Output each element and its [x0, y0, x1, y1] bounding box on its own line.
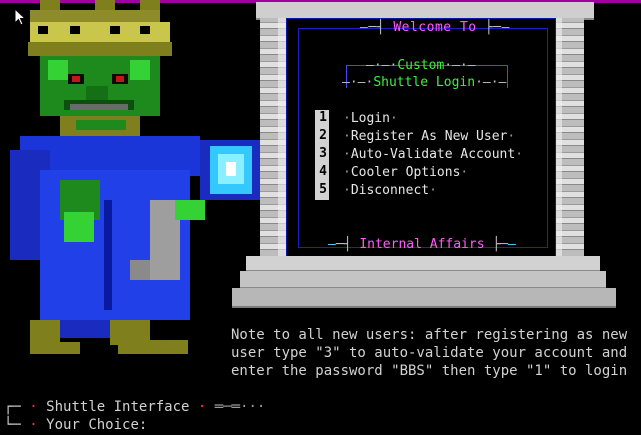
internal-affairs-title: —─┤ Internal Affairs ├─— — [328, 237, 516, 252]
menu-item-cooler-options[interactable]: ·Cooler Options· — [343, 165, 468, 180]
gate-pillar-left-highlight — [278, 18, 286, 256]
menu-num-1: 1 — [319, 110, 327, 125]
menu-item-disconnect[interactable]: ·Disconnect· — [343, 183, 437, 198]
mouse-pointer-icon — [14, 8, 27, 26]
gate-step-2 — [240, 271, 606, 288]
custom-title: —·—·Custom·—·— — [366, 58, 476, 73]
shuttle-login-title: —·—·Shuttle Login·—·— — [342, 75, 507, 90]
menu-num-2: 2 — [319, 128, 327, 143]
menu-item-login[interactable]: ·Login· — [343, 111, 398, 126]
note-line-2: user type "3" to auto-validate your acco… — [231, 345, 628, 361]
menu-num-4: 4 — [319, 164, 327, 179]
note-line-1: Note to all new users: after registering… — [231, 327, 628, 343]
menu-num-3: 3 — [319, 146, 327, 161]
gate-step-3 — [232, 288, 616, 308]
shuttle-interface-line: ┌─ · Shuttle Interface · ═─═··· — [4, 399, 266, 415]
wizard-character-art — [10, 0, 260, 354]
menu-item-auto-validate[interactable]: ·Auto-Validate Account· — [343, 147, 523, 162]
welcome-title: —─┤ Welcome To ├─— — [360, 20, 510, 35]
gate-step-1 — [246, 256, 600, 271]
menu-item-register[interactable]: ·Register As New User· — [343, 129, 515, 144]
menu-num-5: 5 — [319, 182, 327, 197]
your-choice-prompt[interactable]: └─ · Your Choice: — [4, 417, 147, 433]
note-line-3: enter the password "BBS" then type "1" t… — [231, 363, 628, 379]
